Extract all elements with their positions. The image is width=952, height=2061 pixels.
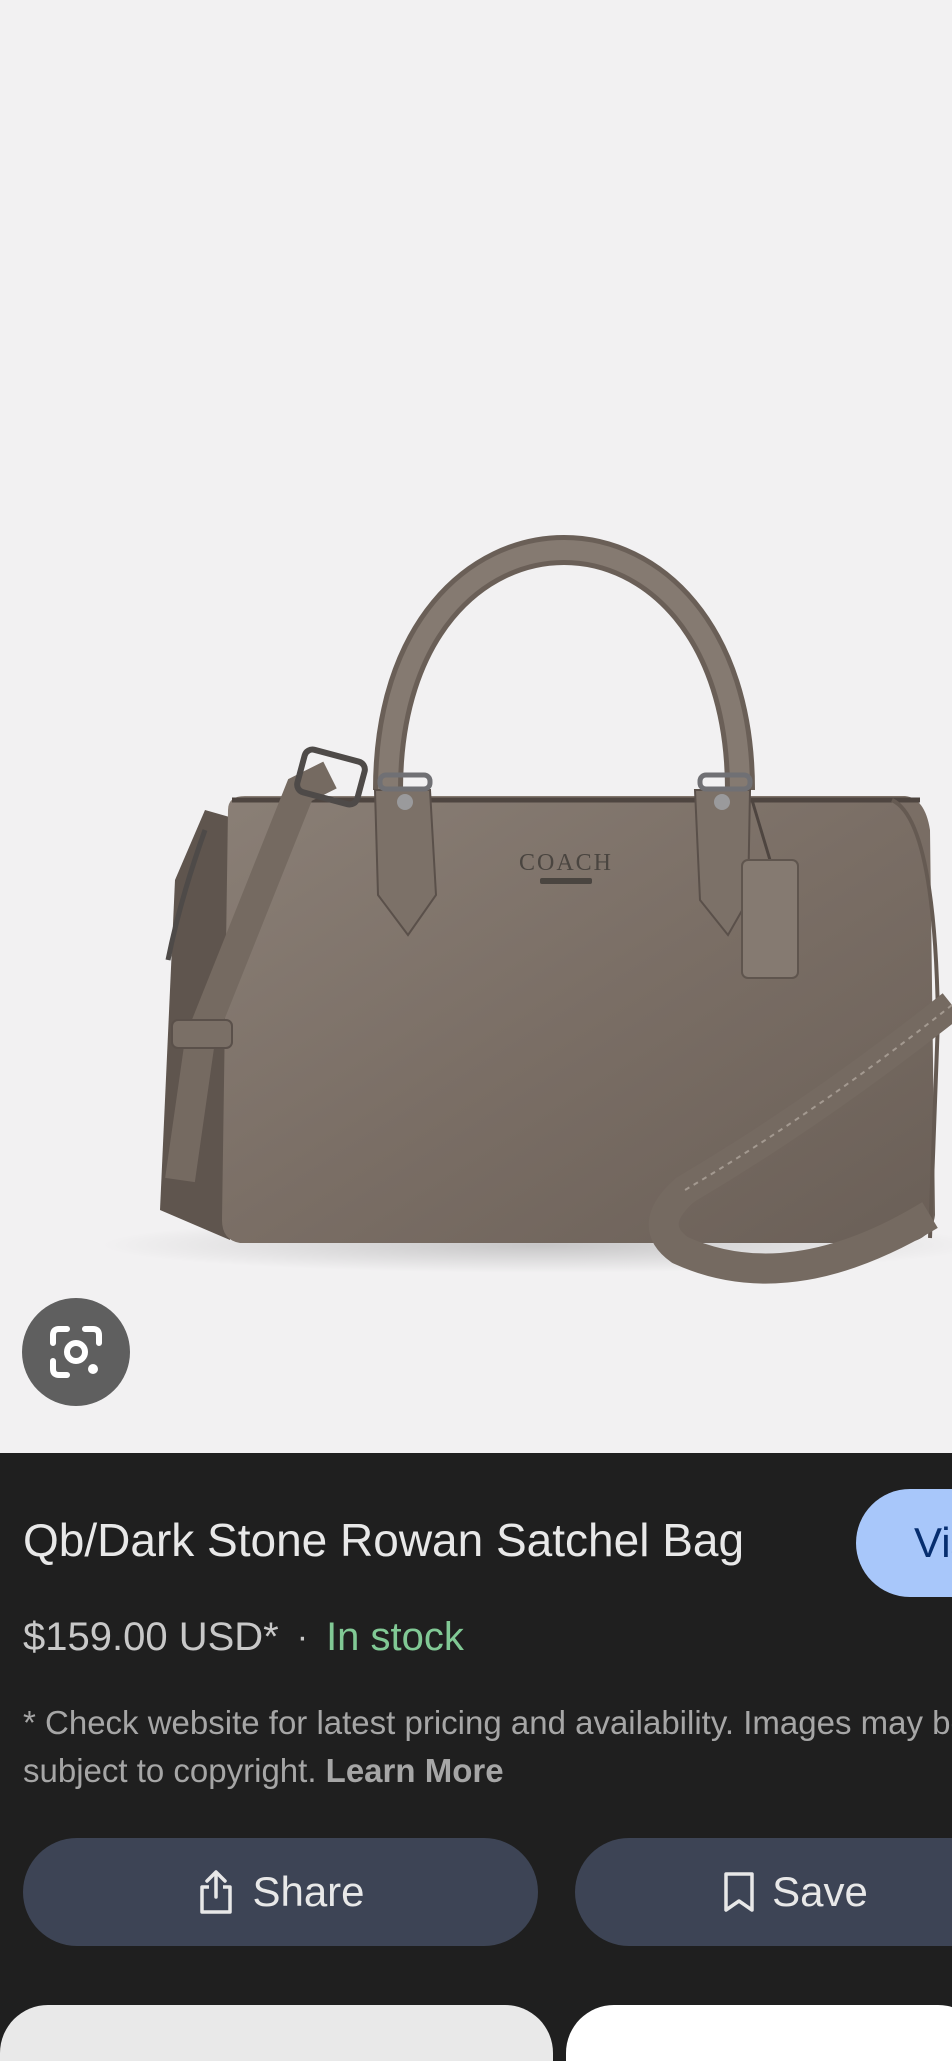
related-result-card[interactable]: [0, 2005, 553, 2061]
product-title: Qb/Dark Stone Rowan Satchel Bag: [23, 1514, 745, 1566]
product-image-area[interactable]: COACH: [0, 0, 952, 1453]
related-result-card[interactable]: [566, 2005, 952, 2061]
bookmark-icon: [724, 1872, 754, 1912]
separator-dot: ·: [296, 1618, 309, 1656]
google-lens-button[interactable]: [22, 1298, 130, 1406]
disclaimer-line-1: * Check website for latest pricing and a…: [23, 1704, 952, 1741]
save-label: Save: [772, 1868, 868, 1915]
brand-logo: COACH: [519, 850, 613, 876]
stock-status: In stock: [326, 1615, 464, 1659]
disclaimer-text: * Check website for latest pricing and a…: [23, 1699, 952, 1795]
share-button[interactable]: Share: [23, 1838, 538, 1946]
visit-button[interactable]: Visit: [856, 1489, 952, 1597]
share-label: Share: [252, 1868, 365, 1915]
save-button[interactable]: Save: [575, 1838, 952, 1946]
share-icon: [200, 1870, 233, 1914]
product-info-panel: Qb/Dark Stone Rowan Satchel Bag Visit $1…: [0, 1453, 952, 2061]
google-lens-icon: [50, 1326, 102, 1378]
product-price: $159.00 USD*: [23, 1615, 279, 1659]
price-row: $159.00 USD* · In stock: [23, 1615, 464, 1660]
learn-more-link[interactable]: Learn More: [326, 1752, 504, 1789]
disclaimer-line-2: subject to copyright. Learn More: [23, 1747, 952, 1795]
product-image: COACH: [100, 535, 952, 1284]
disclaimer-copyright: subject to copyright.: [23, 1752, 317, 1789]
